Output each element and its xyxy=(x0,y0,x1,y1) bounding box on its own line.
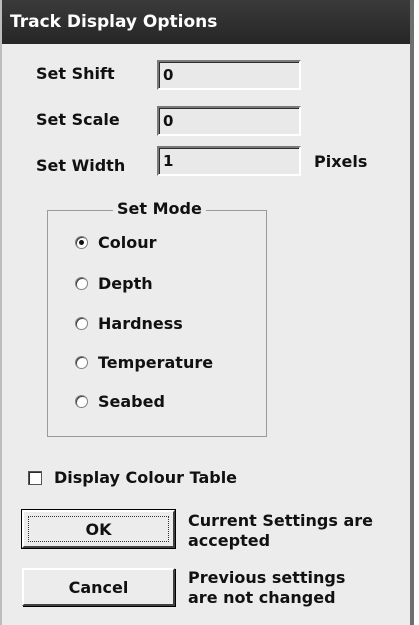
ok-note: Current Settings are accepted xyxy=(188,511,373,551)
mode-option-hardness[interactable]: Hardness xyxy=(75,312,183,334)
mode-option-depth[interactable]: Depth xyxy=(75,272,153,294)
cancel-note-line1: Previous settings xyxy=(188,568,346,587)
set-shift-label: Set Shift xyxy=(36,64,115,83)
track-display-options-dialog: Track Display Options Set Shift 0 Set Sc… xyxy=(0,0,414,625)
ok-note-line1: Current Settings are xyxy=(188,511,374,530)
cancel-button-label: Cancel xyxy=(68,577,129,597)
focus-rect xyxy=(28,516,169,542)
set-shift-input[interactable]: 0 xyxy=(157,60,301,90)
window-title: Track Display Options xyxy=(2,0,410,44)
set-width-label: Set Width xyxy=(36,156,126,175)
mode-option-seabed[interactable]: Seabed xyxy=(75,390,165,412)
radio-selected-icon[interactable] xyxy=(75,235,88,249)
radio-icon[interactable] xyxy=(75,355,88,369)
radio-icon[interactable] xyxy=(75,276,88,290)
radio-icon[interactable] xyxy=(75,316,88,330)
cancel-note-line2: are not changed xyxy=(188,588,336,607)
mode-option-label: Seabed xyxy=(98,391,165,411)
mode-option-temperature[interactable]: Temperature xyxy=(75,351,213,373)
display-colour-table-label: Display Colour Table xyxy=(54,468,238,487)
cancel-note: Previous settings are not changed xyxy=(188,568,345,608)
checkbox-icon[interactable] xyxy=(28,470,42,485)
mode-option-colour[interactable]: Colour xyxy=(75,231,157,253)
ok-note-line2: accepted xyxy=(188,531,271,550)
radio-dot-icon xyxy=(79,239,84,245)
mode-option-label: Hardness xyxy=(98,313,183,333)
set-mode-title: Set Mode xyxy=(113,199,206,218)
width-unit-label: Pixels xyxy=(314,152,368,171)
set-scale-label: Set Scale xyxy=(36,110,120,129)
display-colour-table-checkbox-row[interactable]: Display Colour Table xyxy=(28,468,237,487)
set-width-input[interactable]: 1 xyxy=(157,146,301,176)
cancel-button[interactable]: Cancel xyxy=(22,568,175,606)
mode-option-label: Colour xyxy=(98,232,157,252)
radio-icon[interactable] xyxy=(75,394,88,408)
mode-option-label: Temperature xyxy=(98,352,214,372)
mode-option-label: Depth xyxy=(98,273,153,293)
ok-button[interactable]: OK xyxy=(21,509,176,549)
set-scale-input[interactable]: 0 xyxy=(157,106,301,136)
